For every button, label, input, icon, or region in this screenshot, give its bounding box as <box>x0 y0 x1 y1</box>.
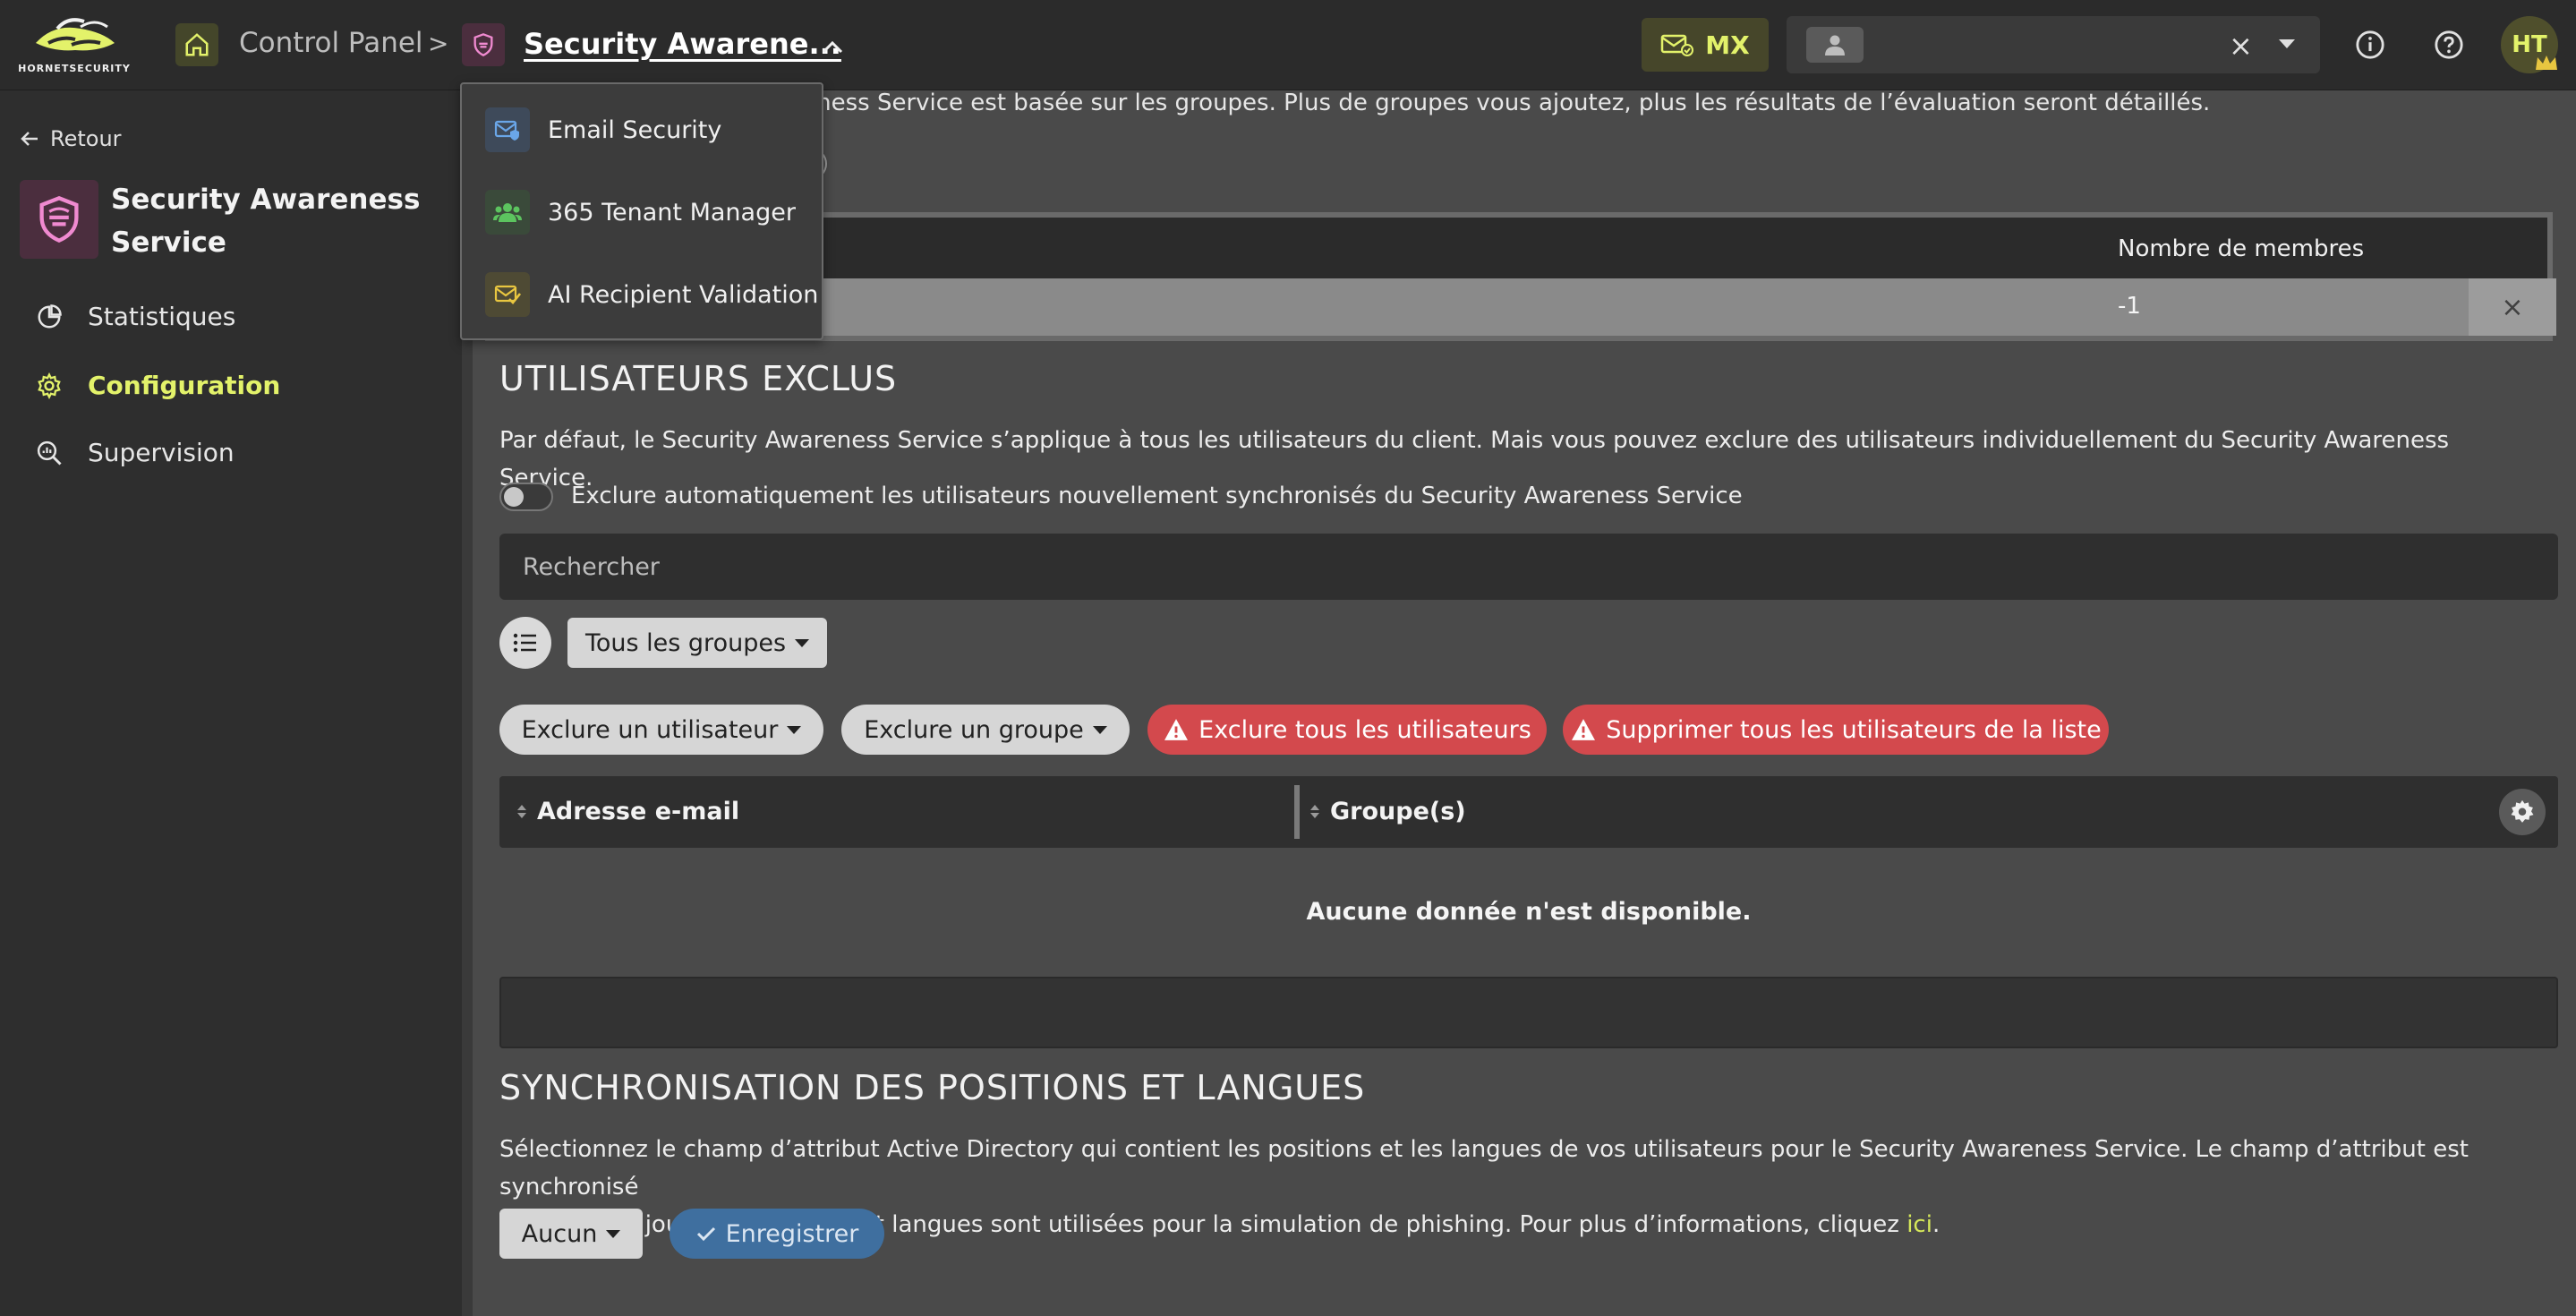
sort-icon <box>517 805 526 818</box>
menu-item-365-tenant-manager[interactable]: 365 Tenant Manager <box>485 190 796 235</box>
menu-item-label: AI Recipient Validation <box>548 280 819 309</box>
breadcrumb-separator: > <box>428 29 449 58</box>
toggle-knob <box>504 487 524 507</box>
mx-button[interactable]: MX <box>1642 18 1769 72</box>
email-check-icon <box>1661 34 1694 56</box>
caret-down-icon <box>606 1229 621 1238</box>
email-check-icon <box>485 272 530 317</box>
sort-icon <box>1310 805 1319 818</box>
sync-description-line1: Sélectionnez le champ d’attribut Active … <box>499 1136 2469 1201</box>
sidebar: Retour Security Awareness Service Statis… <box>0 90 473 1316</box>
table-settings-button[interactable] <box>2499 789 2546 835</box>
exclude-user-button[interactable]: Exclure un utilisateur <box>499 705 823 755</box>
breadcrumb-control-panel[interactable]: Control Panel <box>239 27 423 59</box>
sidebar-item-statistiques[interactable]: Statistiques <box>36 302 235 331</box>
sync-title: SYNCHRONISATION DES POSITIONS ET LANGUES <box>499 1068 1366 1107</box>
caret-down-icon <box>795 638 810 647</box>
user-icon <box>1806 27 1864 63</box>
service-switcher-toggle[interactable] <box>811 25 854 68</box>
menu-item-label: 365 Tenant Manager <box>548 198 796 226</box>
search-placeholder: Rechercher <box>523 553 660 581</box>
info-icon[interactable] <box>2352 27 2388 63</box>
remove-all-users-label: Supprimer tous les utilisateurs de la li… <box>1606 715 2102 744</box>
list-icon <box>513 633 536 653</box>
column-resize-handle[interactable] <box>1294 785 1300 839</box>
email-shield-icon <box>485 107 530 152</box>
users-icon <box>485 190 530 235</box>
sidebar-item-configuration[interactable]: Configuration <box>36 371 280 400</box>
breadcrumb-current-service[interactable]: Security Awarene... <box>524 27 841 61</box>
list-view-button[interactable] <box>499 617 551 669</box>
awareness-service-icon <box>20 180 98 259</box>
more-info-link[interactable]: ici <box>1906 1211 1932 1238</box>
warning-icon <box>1572 719 1596 740</box>
warning-icon <box>1164 719 1189 740</box>
auto-exclude-label: Exclure automatiquement les utilisateurs… <box>571 483 1743 509</box>
exclude-group-label: Exclure un groupe <box>864 715 1084 744</box>
table-pagination-bar <box>499 977 2558 1048</box>
ad-attribute-select[interactable]: Aucun <box>499 1209 643 1259</box>
caret-down-icon <box>1092 725 1107 734</box>
groups-description: reness Service est basée sur les groupes… <box>793 90 2211 116</box>
crown-icon <box>2533 52 2560 77</box>
help-icon[interactable] <box>2431 27 2467 63</box>
menu-item-ai-recipient-validation[interactable]: AI Recipient Validation <box>485 272 818 317</box>
sidebar-item-label: Configuration <box>88 371 281 400</box>
chevron-up-icon <box>822 40 843 54</box>
home-button[interactable] <box>175 23 218 66</box>
clear-user-button[interactable]: × <box>2229 29 2253 63</box>
groups-column-header[interactable]: Groupe(s) <box>1310 798 1466 825</box>
ad-attribute-value: Aucun <box>521 1219 598 1248</box>
back-link[interactable]: Retour <box>20 126 122 151</box>
excluded-users-title: UTILISATEURS EXCLUS <box>499 359 898 398</box>
search-chart-icon <box>37 440 62 466</box>
gear-icon <box>38 372 61 399</box>
service-switcher-dropdown: Email Security 365 Tenant Manager AI Rec… <box>460 82 823 340</box>
mx-label: MX <box>1705 30 1750 60</box>
top-header: HORNETSECURITY Control Panel > Security … <box>0 0 2576 90</box>
close-icon: × <box>2501 291 2524 323</box>
home-icon <box>185 33 209 56</box>
remove-group-button[interactable]: × <box>2469 278 2556 336</box>
sidebar-item-label: Statistiques <box>88 302 236 331</box>
arrow-left-icon <box>21 132 38 146</box>
caret-down-icon <box>787 725 802 734</box>
awareness-shield-icon <box>462 23 505 66</box>
exclude-group-button[interactable]: Exclure un groupe <box>841 705 1130 755</box>
group-filter-label: Tous les groupes <box>584 628 787 657</box>
check-icon <box>696 1226 715 1242</box>
sidebar-item-supervision[interactable]: Supervision <box>36 438 235 467</box>
caret-down-icon[interactable] <box>2277 32 2297 59</box>
menu-item-email-security[interactable]: Email Security <box>485 107 721 152</box>
auto-exclude-toggle[interactable] <box>499 483 553 511</box>
save-label: Enregistrer <box>725 1219 859 1248</box>
exclude-user-label: Exclure un utilisateur <box>521 715 779 744</box>
exclude-all-users-button[interactable]: Exclure tous les utilisateurs <box>1147 705 1547 755</box>
sync-description-end: . <box>1932 1211 1941 1238</box>
members-count: -1 <box>2118 293 2141 320</box>
members-column-header[interactable]: Nombre de membres <box>2118 235 2364 262</box>
sidebar-item-label: Supervision <box>88 438 235 467</box>
save-button[interactable]: Enregistrer <box>670 1209 884 1259</box>
service-name: Security Awareness Service <box>111 184 421 259</box>
menu-item-label: Email Security <box>548 115 722 144</box>
user-selector[interactable]: × <box>1787 16 2320 73</box>
email-column-header[interactable]: Adresse e-mail <box>517 798 739 825</box>
remove-all-users-button[interactable]: Supprimer tous les utilisateurs de la li… <box>1563 705 2109 755</box>
logo-text: HORNETSECURITY <box>18 63 131 74</box>
groups-column-label: Groupe(s) <box>1330 798 1466 825</box>
gear-icon <box>2511 799 2534 823</box>
search-input[interactable]: Rechercher <box>499 534 2558 600</box>
group-filter-select[interactable]: Tous les groupes <box>567 618 827 668</box>
pie-chart-icon <box>38 303 62 328</box>
exclude-all-users-label: Exclure tous les utilisateurs <box>1198 715 1531 744</box>
no-data-message: Aucune donnée n'est disponible. <box>1306 898 1752 926</box>
email-column-label: Adresse e-mail <box>537 798 740 825</box>
back-label: Retour <box>50 126 122 151</box>
excluded-users-table-header: Adresse e-mail Groupe(s) <box>499 776 2558 848</box>
